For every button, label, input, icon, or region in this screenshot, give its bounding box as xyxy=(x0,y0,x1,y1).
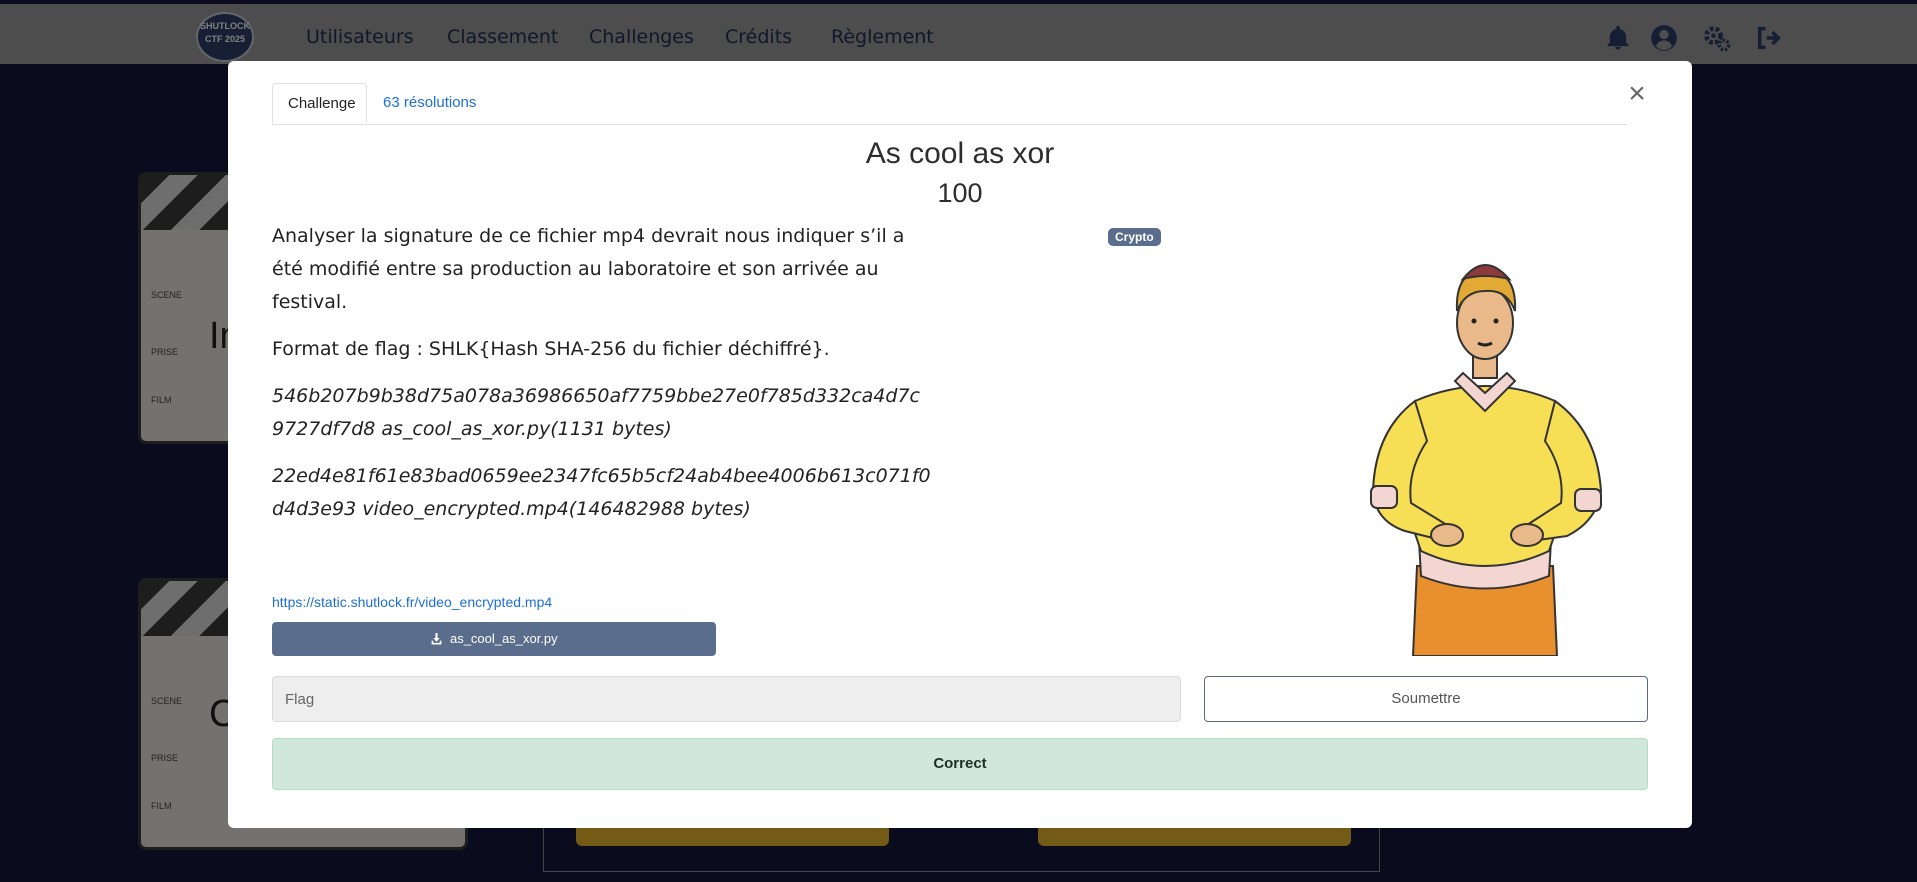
tab-solves[interactable]: 63 résolutions xyxy=(367,83,491,124)
description-flag-format: Format de flag : SHLK{Hash SHA-256 du fi… xyxy=(272,338,830,360)
description-hash-video: 22ed4e81f61e83bad0659ee2347fc65b5cf24ab4… xyxy=(272,465,931,520)
challenge-title: As cool as xor xyxy=(865,137,1055,170)
flag-input[interactable] xyxy=(272,676,1181,722)
challenge-modal: × Challenge 63 résolutions As cool as xo… xyxy=(228,61,1692,828)
description-hash-script: 546b207b9b38d75a078a36986650af7759bbe27e… xyxy=(272,385,920,440)
modal-tabs: Challenge 63 résolutions xyxy=(272,83,1627,125)
close-icon[interactable]: × xyxy=(1624,79,1650,109)
category-badge: Crypto xyxy=(1108,228,1161,246)
download-icon xyxy=(431,633,442,645)
description-intro: Analyser la signature de ce fichier mp4 … xyxy=(272,225,905,313)
challenge-description: Analyser la signature de ce fichier mp4 … xyxy=(272,220,932,540)
submit-button[interactable]: Soumettre xyxy=(1204,676,1648,722)
character-illustration xyxy=(1370,264,1603,656)
result-alert: Correct xyxy=(272,738,1648,790)
download-file-label: as_cool_as_xor.py xyxy=(449,631,558,646)
tab-challenge[interactable]: Challenge xyxy=(272,83,367,124)
challenge-points: 100 xyxy=(937,178,983,208)
download-file-button[interactable]: as_cool_as_xor.py xyxy=(272,622,716,656)
file-download-link[interactable]: https://static.shutlock.fr/video_encrypt… xyxy=(272,594,552,610)
